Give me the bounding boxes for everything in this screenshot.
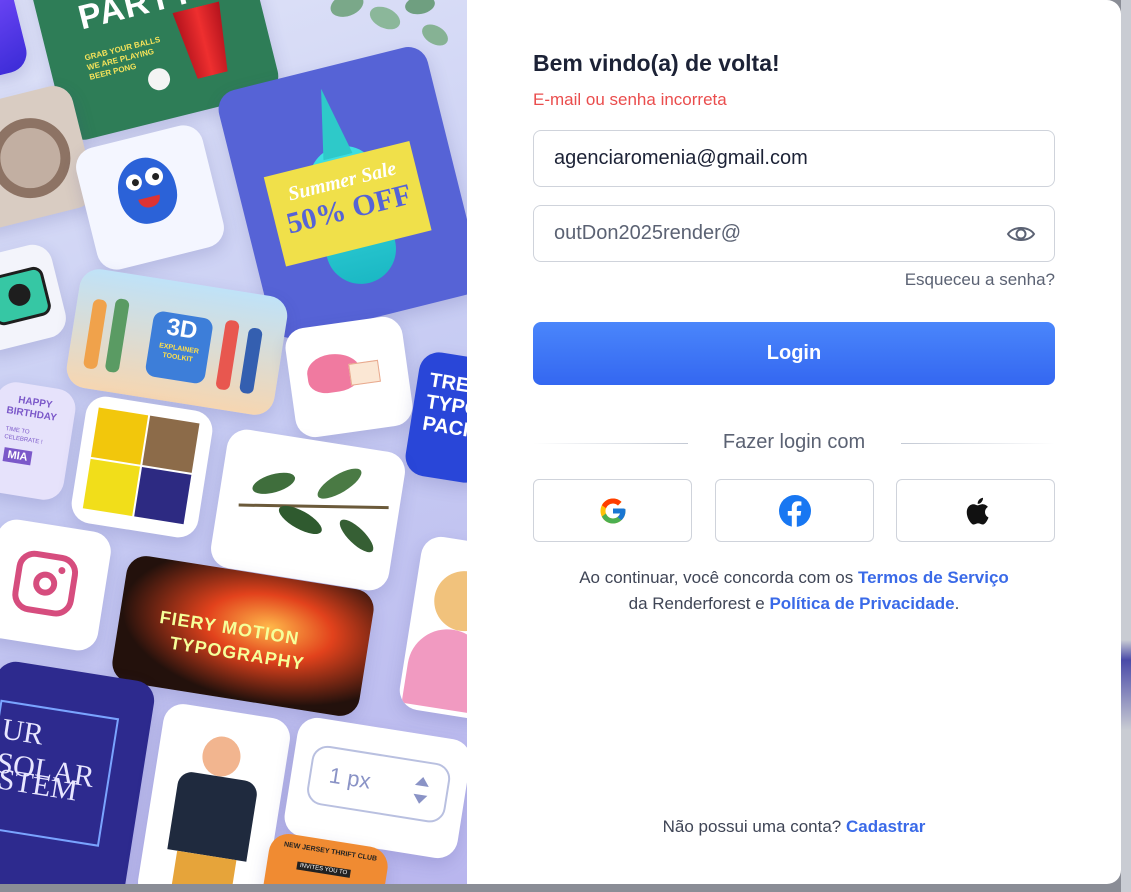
- google-login-button[interactable]: [533, 479, 692, 542]
- eye-icon[interactable]: [1006, 222, 1036, 246]
- birthday-name: MIA: [2, 447, 33, 466]
- ping-pong-ball: [145, 65, 173, 93]
- collage-tile-solar: UR SOLAR STEM: [0, 658, 158, 884]
- collage-tile-birthday: HAPPY BIRTHDAY TIME TO CELEBRATE ! MIA: [0, 379, 79, 503]
- backdrop: [1121, 0, 1131, 892]
- forgot-password-link[interactable]: Esqueceu a senha?: [905, 270, 1055, 290]
- template-collage: PARTY GRAB YOUR BALLS WE ARE PLAYING BEE…: [0, 0, 467, 884]
- typo-pack-text: TREND TYPO PACK: [420, 369, 467, 443]
- signup-text: Não possui uma conta? Cadastrar: [533, 817, 1055, 837]
- login-modal: PARTY GRAB YOUR BALLS WE ARE PLAYING BEE…: [0, 0, 1121, 884]
- terms-prefix: Ao continuar, você concorda com os: [579, 568, 858, 587]
- login-form: Bem vindo(a) de volta! E-mail ou senha i…: [533, 0, 1055, 884]
- divider-line-right: [901, 443, 1055, 444]
- apple-icon: [966, 497, 988, 525]
- collage-tile-bird: [282, 314, 416, 440]
- apple-login-button[interactable]: [896, 479, 1055, 542]
- collage-tile-person-right: [396, 534, 467, 721]
- collage-tile-camera: [0, 240, 71, 355]
- collage-tile-color-squares: [68, 393, 216, 541]
- man-illustration: [199, 733, 244, 780]
- collage-tile-instagram: [0, 516, 114, 654]
- collage-tile-explainer: 3D EXPLAINER TOOLKIT: [63, 266, 291, 418]
- instagram-icon: [9, 548, 81, 620]
- privacy-policy-link[interactable]: Política de Privacidade: [769, 594, 954, 613]
- collage-tile-monster: [71, 121, 229, 274]
- login-button[interactable]: Login: [533, 322, 1055, 385]
- collage-tile-branch: [208, 426, 408, 594]
- signup-link[interactable]: Cadastrar: [846, 817, 925, 836]
- px-value-text: 1 px: [327, 762, 373, 794]
- red-cup-image: [172, 1, 236, 81]
- signup-prefix: Não possui uma conta?: [662, 817, 846, 836]
- email-field-container: [533, 130, 1055, 187]
- explainer-badge: 3D EXPLAINER TOOLKIT: [144, 310, 214, 385]
- terms-of-service-link[interactable]: Termos de Serviço: [858, 568, 1009, 587]
- facebook-login-button[interactable]: [715, 479, 874, 542]
- blue-monster-image: [111, 151, 184, 230]
- collage-tile-typo-pack: TREND TYPO PACK: [402, 349, 467, 486]
- password-field[interactable]: [534, 206, 974, 261]
- terms-text: Ao continuar, você concorda com os Termo…: [573, 565, 1015, 617]
- email-field[interactable]: [534, 131, 974, 186]
- birthday-line3: TIME TO CELEBRATE !: [3, 426, 43, 446]
- password-field-container: [533, 205, 1055, 262]
- divider-label: Fazer login com: [722, 431, 866, 453]
- summer-sale-banner: Summer Sale 50% OFF: [263, 140, 432, 267]
- branch-image: [238, 503, 389, 510]
- google-icon: [600, 498, 625, 523]
- terms-suffix: .: [954, 594, 960, 613]
- terms-middle: da Renderforest e: [628, 594, 770, 613]
- collage-tile-purple: [0, 0, 31, 80]
- thrift-sub-text: INVITES YOU TO: [296, 861, 351, 878]
- error-message: E-mail ou senha incorreta: [533, 90, 727, 109]
- page-title: Bem vindo(a) de volta!: [533, 50, 780, 76]
- facebook-icon: [778, 494, 811, 527]
